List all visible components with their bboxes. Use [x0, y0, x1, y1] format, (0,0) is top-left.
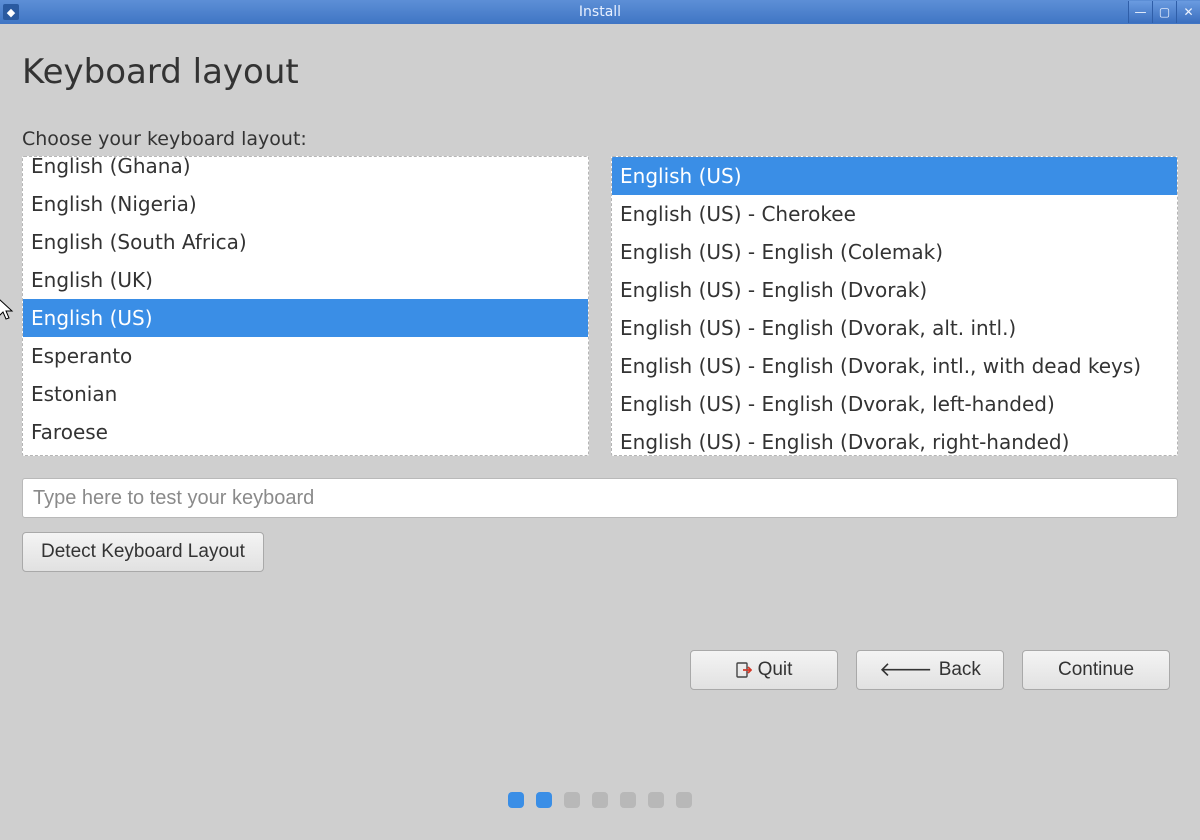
list-item[interactable]: English (US) - English (Dvorak): [612, 271, 1177, 309]
instruction-label: Choose your keyboard layout:: [22, 128, 1178, 150]
layout-lists-row: English (Ghana)English (Nigeria)English …: [22, 156, 1178, 456]
list-item[interactable]: English (US) - English (Colemak): [612, 233, 1177, 271]
progress-indicator: [508, 792, 692, 808]
titlebar-left: ◆: [3, 4, 19, 20]
back-label: Back: [939, 659, 981, 681]
window-controls: — ▢ ✕: [1128, 1, 1200, 23]
continue-label: Continue: [1058, 659, 1134, 681]
minimize-button[interactable]: —: [1128, 1, 1152, 23]
list-item[interactable]: English (South Africa): [23, 223, 588, 261]
titlebar: ◆ Install — ▢ ✕: [0, 0, 1200, 24]
list-item[interactable]: English (US) - Cherokee: [612, 195, 1177, 233]
progress-dot: [676, 792, 692, 808]
detect-keyboard-button[interactable]: Detect Keyboard Layout: [22, 532, 264, 572]
progress-dot: [564, 792, 580, 808]
progress-dot: [536, 792, 552, 808]
nav-buttons: Quit 🡐 Back Continue: [690, 650, 1170, 690]
list-item[interactable]: English (Nigeria): [23, 185, 588, 223]
list-item[interactable]: Faroese: [23, 413, 588, 451]
list-item[interactable]: English (UK): [23, 261, 588, 299]
list-item[interactable]: English (US) - English (Dvorak, left-han…: [612, 385, 1177, 423]
quit-button[interactable]: Quit: [690, 650, 838, 690]
progress-dot: [620, 792, 636, 808]
back-arrow-icon: 🡐: [879, 660, 933, 680]
layout-variant-list[interactable]: English (US)English (US) - CherokeeEngli…: [611, 156, 1178, 456]
content-area: Keyboard layout Choose your keyboard lay…: [0, 24, 1200, 572]
list-item[interactable]: English (US) - English (Dvorak, alt. int…: [612, 309, 1177, 347]
list-item[interactable]: English (Ghana): [23, 156, 588, 185]
progress-dot: [648, 792, 664, 808]
keyboard-test-input[interactable]: [22, 478, 1178, 518]
window-title: Install: [579, 4, 621, 20]
back-button[interactable]: 🡐 Back: [856, 650, 1004, 690]
quit-icon: [736, 662, 752, 678]
progress-dot: [508, 792, 524, 808]
close-button[interactable]: ✕: [1176, 1, 1200, 23]
layout-language-list[interactable]: English (Ghana)English (Nigeria)English …: [22, 156, 589, 456]
list-item[interactable]: English (US): [23, 299, 588, 337]
list-item[interactable]: Esperanto: [23, 337, 588, 375]
progress-dot: [592, 792, 608, 808]
list-item[interactable]: English (US) - English (Dvorak, right-ha…: [612, 423, 1177, 456]
page-title: Keyboard layout: [22, 52, 1178, 92]
quit-label: Quit: [758, 659, 793, 681]
list-item[interactable]: Estonian: [23, 375, 588, 413]
continue-button[interactable]: Continue: [1022, 650, 1170, 690]
list-item[interactable]: English (US) - English (Dvorak, intl., w…: [612, 347, 1177, 385]
maximize-button[interactable]: ▢: [1152, 1, 1176, 23]
list-item[interactable]: Filipino: [23, 451, 588, 456]
list-item[interactable]: English (US): [612, 157, 1177, 195]
app-icon: ◆: [3, 4, 19, 20]
